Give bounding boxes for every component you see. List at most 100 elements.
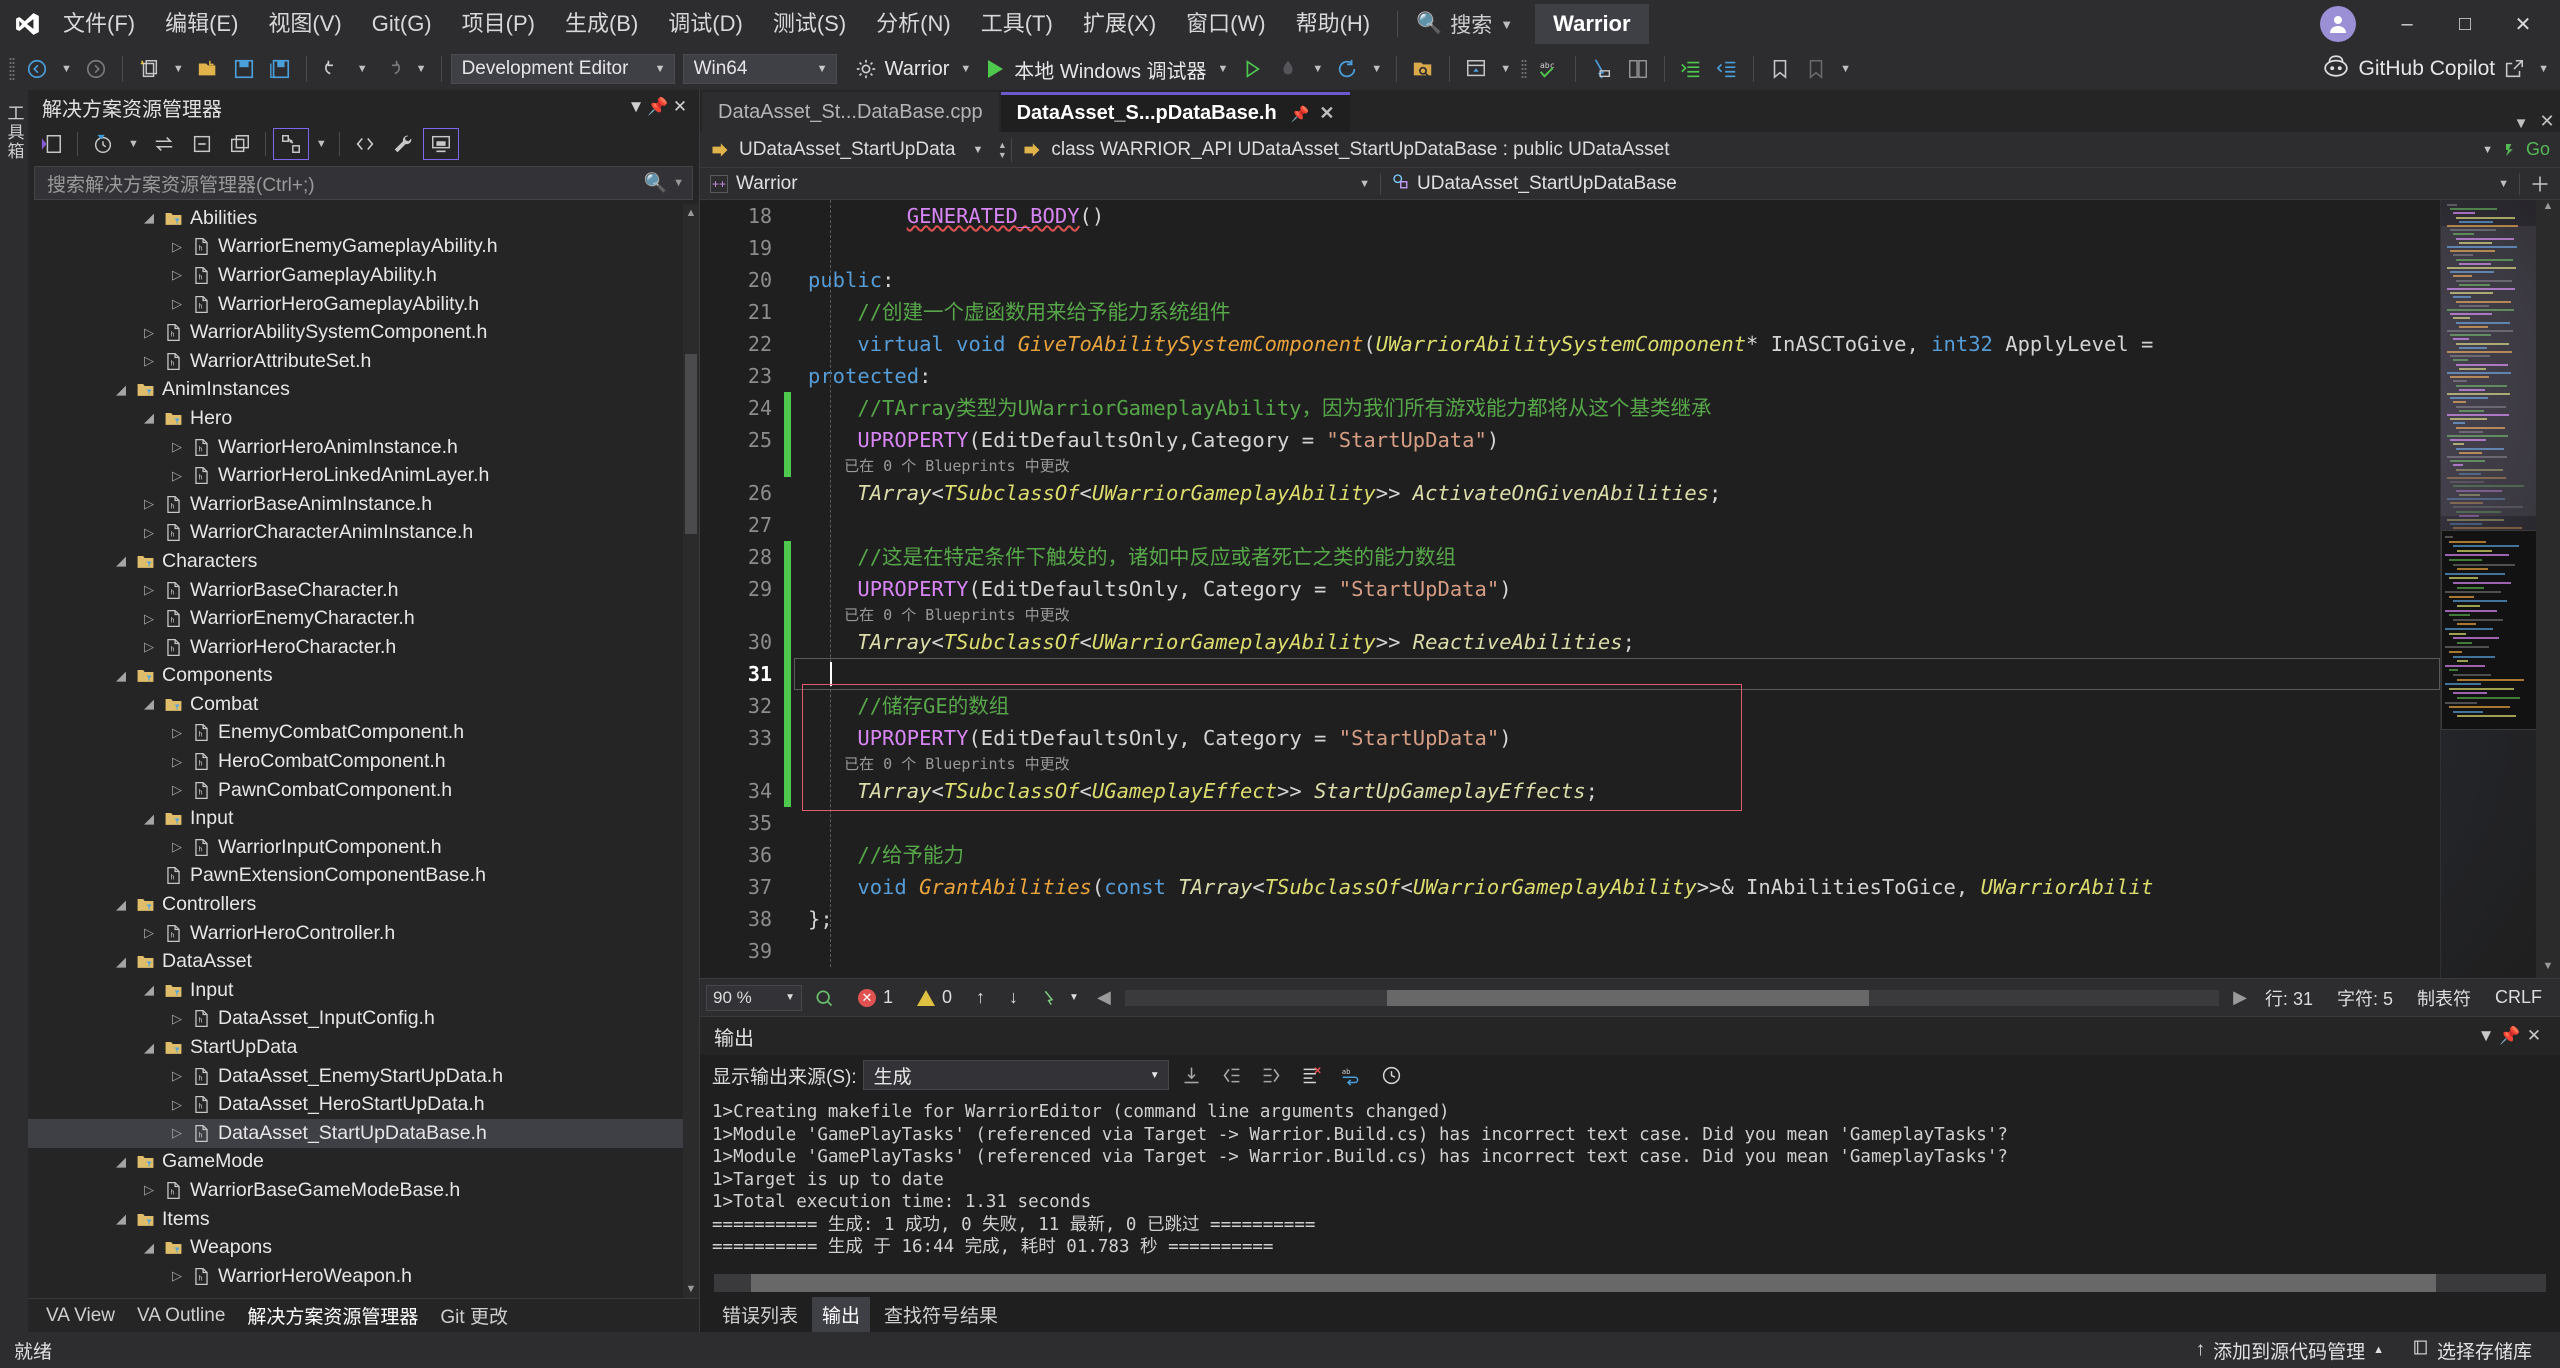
scope-selector-left[interactable]: ++ Warrior ▼ <box>700 168 1380 199</box>
error-count[interactable]: ✕ 1 <box>846 987 905 1008</box>
redo-dropdown-icon[interactable]: ▼ <box>411 63 432 75</box>
source-control-dropdown-icon[interactable]: ▼ <box>1495 63 1516 75</box>
warning-count[interactable]: 0 <box>905 987 964 1008</box>
menu-debug[interactable]: 调试(D) <box>653 0 758 48</box>
clear-bookmarks-icon[interactable] <box>1799 52 1833 86</box>
pin-icon[interactable]: 📌 <box>647 97 669 117</box>
code-line[interactable]: virtual void GiveToAbilitySystemComponen… <box>808 328 2440 360</box>
solution-platform-combo[interactable]: Win64 ▼ <box>682 54 837 84</box>
code-line[interactable]: UPROPERTY(EditDefaultsOnly,Category = "S… <box>808 424 2440 456</box>
chevron-right-icon[interactable]: ▷ <box>138 582 160 598</box>
tree-folder[interactable]: ◢ Input <box>28 976 699 1005</box>
chevron-right-icon[interactable]: ▷ <box>138 325 160 341</box>
tree-folder[interactable]: ◢ Weapons <box>28 1233 699 1262</box>
copilot-dropdown-icon[interactable]: ▼ <box>2533 63 2554 75</box>
chevron-down-icon[interactable]: ◢ <box>138 982 160 998</box>
chevron-down-icon[interactable]: ▼ <box>2498 178 2509 190</box>
chevron-down-icon[interactable]: ▼ <box>667 177 684 189</box>
code-line[interactable]: public: <box>808 264 2440 296</box>
chevron-right-icon[interactable]: ▷ <box>166 754 188 770</box>
code-line[interactable]: //TArray类型为UWarriorGameplayAbility，因为我们所… <box>808 392 2440 424</box>
hot-reload-icon[interactable] <box>1271 52 1305 86</box>
tree-file[interactable]: ▷ h WarriorEnemyGameplayAbility.h <box>28 233 699 262</box>
show-output-timestamp-icon[interactable] <box>1375 1060 1409 1090</box>
tab-va-view[interactable]: VA View <box>36 1301 125 1331</box>
tree-folder[interactable]: ◢ Abilities <box>28 204 699 233</box>
menu-project[interactable]: 项目(P) <box>447 0 550 48</box>
menu-test[interactable]: 测试(S) <box>758 0 861 48</box>
tree-file[interactable]: ▷ h EnemyCombatComponent.h <box>28 719 699 748</box>
toolbox-rail[interactable]: 工具箱 <box>0 90 28 1332</box>
tree-file[interactable]: ▷ h DataAsset_StartUpDataBase.h <box>28 1119 699 1148</box>
save-all-button[interactable] <box>263 52 297 86</box>
hot-reload-dropdown-icon[interactable]: ▼ <box>1307 63 1328 75</box>
select-repository[interactable]: 选择存储库 <box>2398 1337 2546 1364</box>
global-search[interactable]: 🔍 搜索 ▼ <box>1410 9 1519 39</box>
chevron-down-icon[interactable]: ◢ <box>138 1240 160 1256</box>
tree-file[interactable]: ▷ h WarriorHeroCharacter.h <box>28 633 699 662</box>
chevron-right-icon[interactable]: ▷ <box>166 439 188 455</box>
nav-spinner[interactable]: ▲ ▼ <box>993 135 1011 165</box>
chevron-right-icon[interactable]: ▷ <box>138 1182 160 1198</box>
navigate-backward-button[interactable] <box>20 52 54 86</box>
toolbar-overflow-icon[interactable]: ▼ <box>1835 63 1856 75</box>
sync-with-active-document-icon[interactable] <box>146 128 182 160</box>
tree-scrollbar[interactable]: ▲ ▼ <box>683 204 699 1298</box>
pending-changes-dropdown-icon[interactable]: ▼ <box>123 138 144 150</box>
pending-changes-icon[interactable] <box>85 128 121 160</box>
tree-file[interactable]: ▷ h WarriorHeroGameplayAbility.h <box>28 290 699 319</box>
code-line[interactable] <box>808 807 2440 839</box>
tree-file[interactable]: ▷ h WarriorHeroAnimInstance.h <box>28 433 699 462</box>
chevron-right-icon[interactable]: ▷ <box>138 525 160 541</box>
tab-output[interactable]: 输出 <box>812 1296 871 1332</box>
editor-close-icon[interactable]: ✕ <box>2534 111 2560 132</box>
tree-file[interactable]: ▷ h DataAsset_HeroStartUpData.h <box>28 1090 699 1119</box>
start-debug-play-icon[interactable] <box>978 52 1012 86</box>
preview-selected-items-icon[interactable] <box>422 128 459 160</box>
document-tab-cpp[interactable]: DataAsset_St...DataBase.cpp <box>702 92 999 132</box>
chevron-right-icon[interactable]: ▷ <box>166 239 188 255</box>
pin-icon[interactable]: 📌 <box>1291 105 1310 123</box>
toolbar-grip-2[interactable] <box>1518 56 1530 82</box>
code-line[interactable]: //这是在特定条件下触发的，诸如中反应或者死亡之类的能力数组 <box>808 541 2440 573</box>
document-tab-header[interactable]: DataAsset_S...pDataBase.h 📌 ✕ <box>1000 92 1351 132</box>
scroll-thumb[interactable] <box>1387 989 1869 1006</box>
scroll-thumb[interactable] <box>750 1274 2437 1292</box>
tree-file[interactable]: ▷ h WarriorHeroWeapon.h <box>28 1262 699 1291</box>
menu-git[interactable]: Git(G) <box>357 0 447 48</box>
tree-folder[interactable]: ◢ Combat <box>28 690 699 719</box>
chevron-right-icon[interactable]: ▷ <box>138 496 160 512</box>
close-icon[interactable]: ✕ <box>2522 1026 2546 1046</box>
panel-dropdown-icon[interactable]: ▼ <box>625 97 647 117</box>
tree-file[interactable]: h PawnExtensionComponentBase.h <box>28 862 699 891</box>
decrease-indent-icon[interactable] <box>1710 52 1744 86</box>
chevron-right-icon[interactable]: ▷ <box>166 1068 188 1084</box>
nav-class-selector[interactable]: class WARRIOR_API UDataAsset_StartUpData… <box>1012 132 2464 168</box>
tree-folder[interactable]: ◢ GameMode <box>28 1148 699 1177</box>
collapse-all-icon[interactable] <box>184 128 220 160</box>
tree-folder[interactable]: ◢ Input <box>28 804 699 833</box>
new-project-dropdown-icon[interactable]: ▼ <box>168 63 189 75</box>
code-line[interactable]: //储存GE的数组 <box>808 690 2440 722</box>
tree-folder[interactable]: ◢ StartUpData <box>28 1033 699 1062</box>
menu-view[interactable]: 视图(V) <box>253 0 356 48</box>
pin-icon[interactable]: 📌 <box>2498 1026 2522 1046</box>
chevron-right-icon[interactable]: ▷ <box>166 839 188 855</box>
editor-horizontal-scrollbar[interactable] <box>1124 989 2220 1006</box>
chevron-right-icon[interactable]: ▷ <box>138 925 160 941</box>
code-surface[interactable]: 18 19 20 21 22 23 24 25 26 27 28 29 30 31 32 33 34 35 36 37… <box>700 200 2440 978</box>
redo-button[interactable] <box>375 52 409 86</box>
tree-folder[interactable]: ◢ Components <box>28 662 699 691</box>
solution-tree[interactable]: ◢ Abilities ▷ h WarriorEnemyGameplayAbility.… <box>28 204 699 1298</box>
toggle-word-wrap-icon[interactable]: ab <box>1335 1060 1369 1090</box>
tree-file[interactable]: ▷ h WarriorInputComponent.h <box>28 833 699 862</box>
chevron-right-icon[interactable]: ▷ <box>166 468 188 484</box>
tree-file[interactable]: ▷ h WarriorCharacterAnimInstance.h <box>28 519 699 548</box>
chevron-down-icon[interactable]: ◢ <box>138 210 160 226</box>
chevron-right-icon[interactable]: ▷ <box>166 782 188 798</box>
output-horizontal-scrollbar[interactable] <box>714 1274 2546 1292</box>
chevron-down-icon[interactable]: ◢ <box>110 954 132 970</box>
tab-error-list[interactable]: 错误列表 <box>712 1297 808 1332</box>
refresh-dropdown-icon[interactable]: ▼ <box>1366 63 1387 75</box>
undo-dropdown-icon[interactable]: ▼ <box>352 63 373 75</box>
